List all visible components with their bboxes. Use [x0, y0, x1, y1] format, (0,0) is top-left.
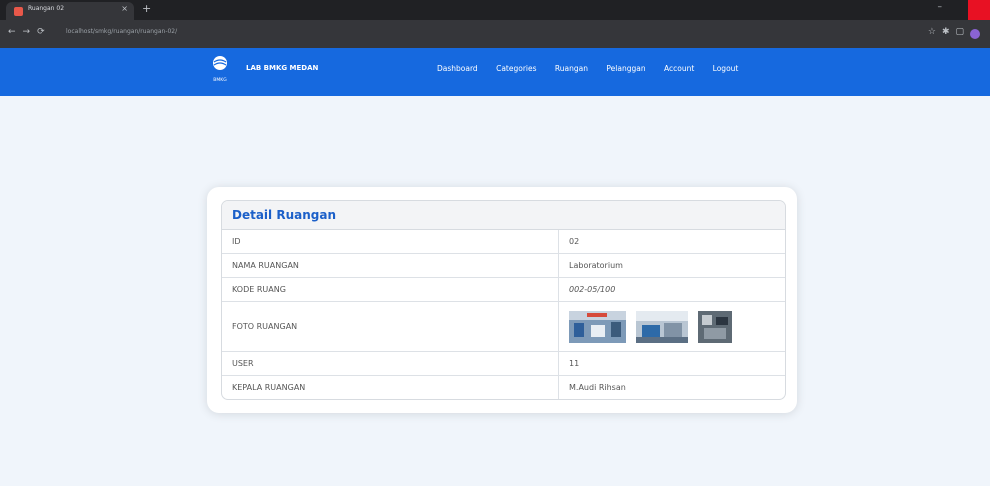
row-label: FOTO RUANGAN — [222, 301, 559, 352]
row-value: Laboratorium — [558, 253, 785, 278]
site-brand: LAB BMKG MEDAN — [246, 64, 319, 72]
extension-icons[interactable]: ☆✱▢ — [928, 27, 970, 37]
row-label: ID — [232, 237, 241, 246]
menu-categories[interactable]: Categories — [496, 64, 536, 73]
main-menu: Dashboard Categories Ruangan Pelanggan A… — [437, 64, 754, 73]
menu-dashboard[interactable]: Dashboard — [437, 64, 478, 73]
menu-account[interactable]: Account — [664, 64, 694, 73]
row-label: USER — [222, 351, 559, 376]
row-value: 02 — [558, 230, 785, 254]
room-photo-thumbnail[interactable] — [569, 310, 626, 343]
browser-tab-strip: Ruangan 02 × + – — [0, 0, 990, 20]
bmkg-logo-icon: BMKG — [213, 56, 227, 83]
minimize-icon[interactable]: – — [938, 2, 943, 12]
browser-tab[interactable]: Ruangan 02 × — [6, 2, 134, 20]
row-label: NAMA RUANGAN — [222, 253, 559, 278]
tab-close-icon[interactable]: × — [121, 4, 128, 13]
detail-panel: Detail Ruangan ID 02 NAMA RUANGAN Labora… — [221, 200, 786, 400]
window-close-button[interactable] — [968, 0, 990, 20]
url-input[interactable]: localhost/smkg/ruangan/ruangan-02/ — [66, 28, 177, 35]
room-photo-thumbnail[interactable] — [636, 310, 688, 343]
menu-logout[interactable]: Logout — [713, 64, 739, 73]
table-row: KODE RUANG 002-05/100 — [222, 277, 785, 302]
favicon-icon — [14, 7, 23, 16]
row-value: 11 — [558, 351, 785, 376]
table-row: ID 02 — [222, 230, 785, 254]
row-label: KODE RUANG — [222, 277, 559, 302]
menu-pelanggan[interactable]: Pelanggan — [606, 64, 645, 73]
table-row: FOTO RUANGAN — [222, 301, 785, 352]
table-row: KEPALA RUANGAN M.Audi Rihsan — [222, 375, 785, 399]
menu-ruangan[interactable]: Ruangan — [555, 64, 588, 73]
row-label: KEPALA RUANGAN — [222, 375, 559, 399]
table-row: USER 11 — [222, 351, 785, 376]
row-value: 002-05/100 — [558, 277, 785, 302]
photo-cell — [558, 301, 785, 352]
new-tab-button[interactable]: + — [142, 3, 151, 15]
logo-text: BMKG — [213, 77, 227, 83]
table-row: NAMA RUANGAN Laboratorium — [222, 253, 785, 278]
detail-card: Detail Ruangan ID 02 NAMA RUANGAN Labora… — [207, 187, 797, 413]
detail-title: Detail Ruangan — [232, 208, 336, 222]
row-value: M.Audi Rihsan — [558, 375, 785, 399]
detail-header: Detail Ruangan — [222, 201, 785, 230]
browser-nav-icons[interactable]: ←→⟳ — [8, 27, 52, 37]
room-photo-thumbnail[interactable] — [698, 310, 732, 343]
tab-title: Ruangan 02 — [28, 5, 65, 12]
site-navbar: BMKG LAB BMKG MEDAN Dashboard Categories… — [0, 48, 990, 96]
detail-table: ID 02 NAMA RUANGAN Laboratorium KODE RUA… — [222, 230, 785, 399]
profile-avatar[interactable] — [970, 29, 980, 39]
address-bar: ←→⟳ localhost/smkg/ruangan/ruangan-02/ ☆… — [0, 20, 990, 48]
